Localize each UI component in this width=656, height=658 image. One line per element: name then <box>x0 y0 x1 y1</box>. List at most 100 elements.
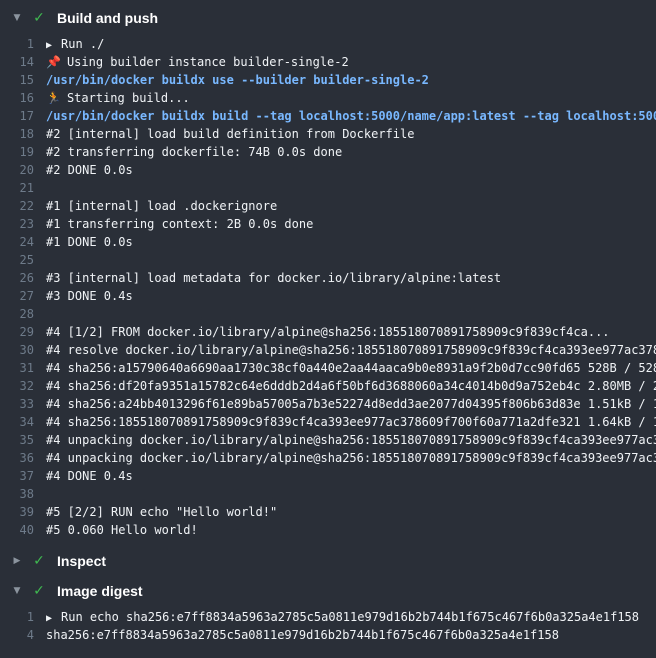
log-line-text: #1 [internal] load .dockerignore <box>46 197 656 215</box>
log-text: #1 transferring context: 2B 0.0s done <box>46 217 313 231</box>
log-line: 21 <box>0 179 656 197</box>
section-header-build-and-push[interactable]: ▼✓Build and push <box>0 3 656 33</box>
chevron-down-icon: ▼ <box>0 586 28 596</box>
log-text: #1 DONE 0.0s <box>46 235 133 249</box>
log-text: #2 transferring dockerfile: 74B 0.0s don… <box>46 145 342 159</box>
line-number[interactable]: 38 <box>0 485 46 503</box>
log-line: 25 <box>0 251 656 269</box>
line-number[interactable]: 19 <box>0 143 46 161</box>
expand-group-icon[interactable]: ▶ <box>46 613 52 624</box>
section-log-lines: 1▶ Run echo sha256:e7ff8834a5963a2785c5a0… <box>0 606 656 651</box>
log-line: 14📌Using builder instance builder-single… <box>0 53 656 71</box>
line-number[interactable]: 25 <box>0 251 46 269</box>
line-number[interactable]: 27 <box>0 287 46 305</box>
log-text: #5 [2/2] RUN echo "Hello world!" <box>46 505 277 519</box>
line-number[interactable]: 36 <box>0 449 46 467</box>
log-line-text: #5 [2/2] RUN echo "Hello world!" <box>46 503 656 521</box>
section-log-lines: 1▶ Run ./ 14📌Using builder instance builde… <box>0 33 656 546</box>
log-line-text: ▶ Run echo sha256:e7ff8834a5963a2785c5a08… <box>46 608 656 626</box>
success-check-icon: ✓ <box>28 10 50 26</box>
line-number[interactable]: 15 <box>0 71 46 89</box>
expand-group-icon[interactable]: ▶ <box>46 40 52 51</box>
log-line: 27#3 DONE 0.4s <box>0 287 656 305</box>
line-number[interactable]: 28 <box>0 305 46 323</box>
success-check-icon: ✓ <box>28 553 50 569</box>
line-number[interactable]: 39 <box>0 503 46 521</box>
log-text: Using builder instance builder-single-2 <box>67 55 349 69</box>
log-line: 15/usr/bin/docker buildx use --builder b… <box>0 71 656 89</box>
log-line: 36#4 unpacking docker.io/library/alpine@… <box>0 449 656 467</box>
log-line-text: #4 sha256:a15790640a6690aa1730c38cf0a440… <box>46 359 656 377</box>
log-line: 24#1 DONE 0.0s <box>0 233 656 251</box>
line-number[interactable]: 14 <box>0 53 46 71</box>
log-line-text: #4 DONE 0.4s <box>46 467 656 485</box>
line-number[interactable]: 31 <box>0 359 46 377</box>
log-text: #1 [internal] load .dockerignore <box>46 199 277 213</box>
line-number[interactable]: 21 <box>0 179 46 197</box>
log-text: #4 sha256:a15790640a6690aa1730c38cf0a440… <box>46 361 656 375</box>
success-check-icon: ✓ <box>28 583 50 599</box>
log-line-text: #5 0.060 Hello world! <box>46 521 656 539</box>
log-line: 28 <box>0 305 656 323</box>
log-text: #3 [internal] load metadata for docker.i… <box>46 271 501 285</box>
log-text: #4 [1/2] FROM docker.io/library/alpine@s… <box>46 325 610 339</box>
line-number[interactable]: 17 <box>0 107 46 125</box>
log-line: 19#2 transferring dockerfile: 74B 0.0s d… <box>0 143 656 161</box>
log-line: 39#5 [2/2] RUN echo "Hello world!" <box>0 503 656 521</box>
line-number[interactable]: 24 <box>0 233 46 251</box>
workflow-log-viewer[interactable]: ▼✓Build and push1▶Run ./14📌Using builder… <box>0 0 656 658</box>
line-number[interactable]: 16 <box>0 89 46 107</box>
log-line-text: #4 sha256:185518070891758909c9f839cf4ca3… <box>46 413 656 431</box>
line-number[interactable]: 1 <box>0 608 46 626</box>
section-header-inspect[interactable]: ▶✓Inspect <box>0 546 656 576</box>
line-number[interactable]: 30 <box>0 341 46 359</box>
log-text: #4 resolve docker.io/library/alpine@sha2… <box>46 343 656 357</box>
line-number[interactable]: 22 <box>0 197 46 215</box>
log-text: #3 DONE 0.4s <box>46 289 133 303</box>
section-title: Image digest <box>57 583 143 599</box>
section-header-image-digest[interactable]: ▼✓ Image digest <box>0 576 656 606</box>
log-text: sha256:e7ff8834a5963a2785c5a0811e979d16b… <box>46 628 559 642</box>
log-line: 1▶ Run ./ <box>0 35 656 53</box>
log-line: 16🏃Starting build... <box>0 89 656 107</box>
log-section-image-digest: ▼✓ Image digest 1▶ Run echo sha256:e7ff8834… <box>0 576 656 651</box>
log-line-text: #2 [internal] load build definition from… <box>46 125 656 143</box>
log-line-text <box>46 179 656 197</box>
log-line: 17/usr/bin/docker buildx build --tag loc… <box>0 107 656 125</box>
log-line-text <box>46 485 656 503</box>
log-line-text: sha256:e7ff8834a5963a2785c5a0811e979d16b… <box>46 626 656 644</box>
log-line: 40#5 0.060 Hello world! <box>0 521 656 539</box>
log-line: 30#4 resolve docker.io/library/alpine@sh… <box>0 341 656 359</box>
line-number[interactable]: 23 <box>0 215 46 233</box>
line-number[interactable]: 29 <box>0 323 46 341</box>
log-line: 34#4 sha256:185518070891758909c9f839cf4c… <box>0 413 656 431</box>
line-number[interactable]: 34 <box>0 413 46 431</box>
line-number[interactable]: 40 <box>0 521 46 539</box>
log-text: #4 sha256:df20fa9351a15782c64e6dddb2d4a6… <box>46 379 656 393</box>
log-line-text: #3 [internal] load metadata for docker.i… <box>46 269 656 287</box>
line-number[interactable]: 32 <box>0 377 46 395</box>
line-number[interactable]: 33 <box>0 395 46 413</box>
line-number[interactable]: 20 <box>0 161 46 179</box>
log-line: 29#4 [1/2] FROM docker.io/library/alpine… <box>0 323 656 341</box>
log-text: #2 DONE 0.0s <box>46 163 133 177</box>
line-number[interactable]: 35 <box>0 431 46 449</box>
line-number[interactable]: 26 <box>0 269 46 287</box>
log-section-inspect: ▶✓Inspect <box>0 546 656 576</box>
log-line-text: #4 sha256:a24bb4013296f61e89ba57005a7b3e… <box>46 395 656 413</box>
line-number[interactable]: 18 <box>0 125 46 143</box>
line-number[interactable]: 37 <box>0 467 46 485</box>
log-line-text <box>46 305 656 323</box>
section-title: Inspect <box>57 553 106 569</box>
line-number[interactable]: 1 <box>0 35 46 53</box>
log-text: Run echo sha256:e7ff8834a5963a2785c5a081… <box>61 610 639 624</box>
log-text: Run ./ <box>61 37 104 51</box>
log-line: 37#4 DONE 0.4s <box>0 467 656 485</box>
log-line: 35#4 unpacking docker.io/library/alpine@… <box>0 431 656 449</box>
log-line: 1▶ Run echo sha256:e7ff8834a5963a2785c5a0… <box>0 608 656 626</box>
runner-icon: 🏃 <box>46 91 61 105</box>
chevron-down-icon: ▼ <box>0 13 28 23</box>
log-line-text: /usr/bin/docker buildx use --builder bui… <box>46 71 656 89</box>
line-number[interactable]: 4 <box>0 626 46 644</box>
log-line: 26#3 [internal] load metadata for docker… <box>0 269 656 287</box>
